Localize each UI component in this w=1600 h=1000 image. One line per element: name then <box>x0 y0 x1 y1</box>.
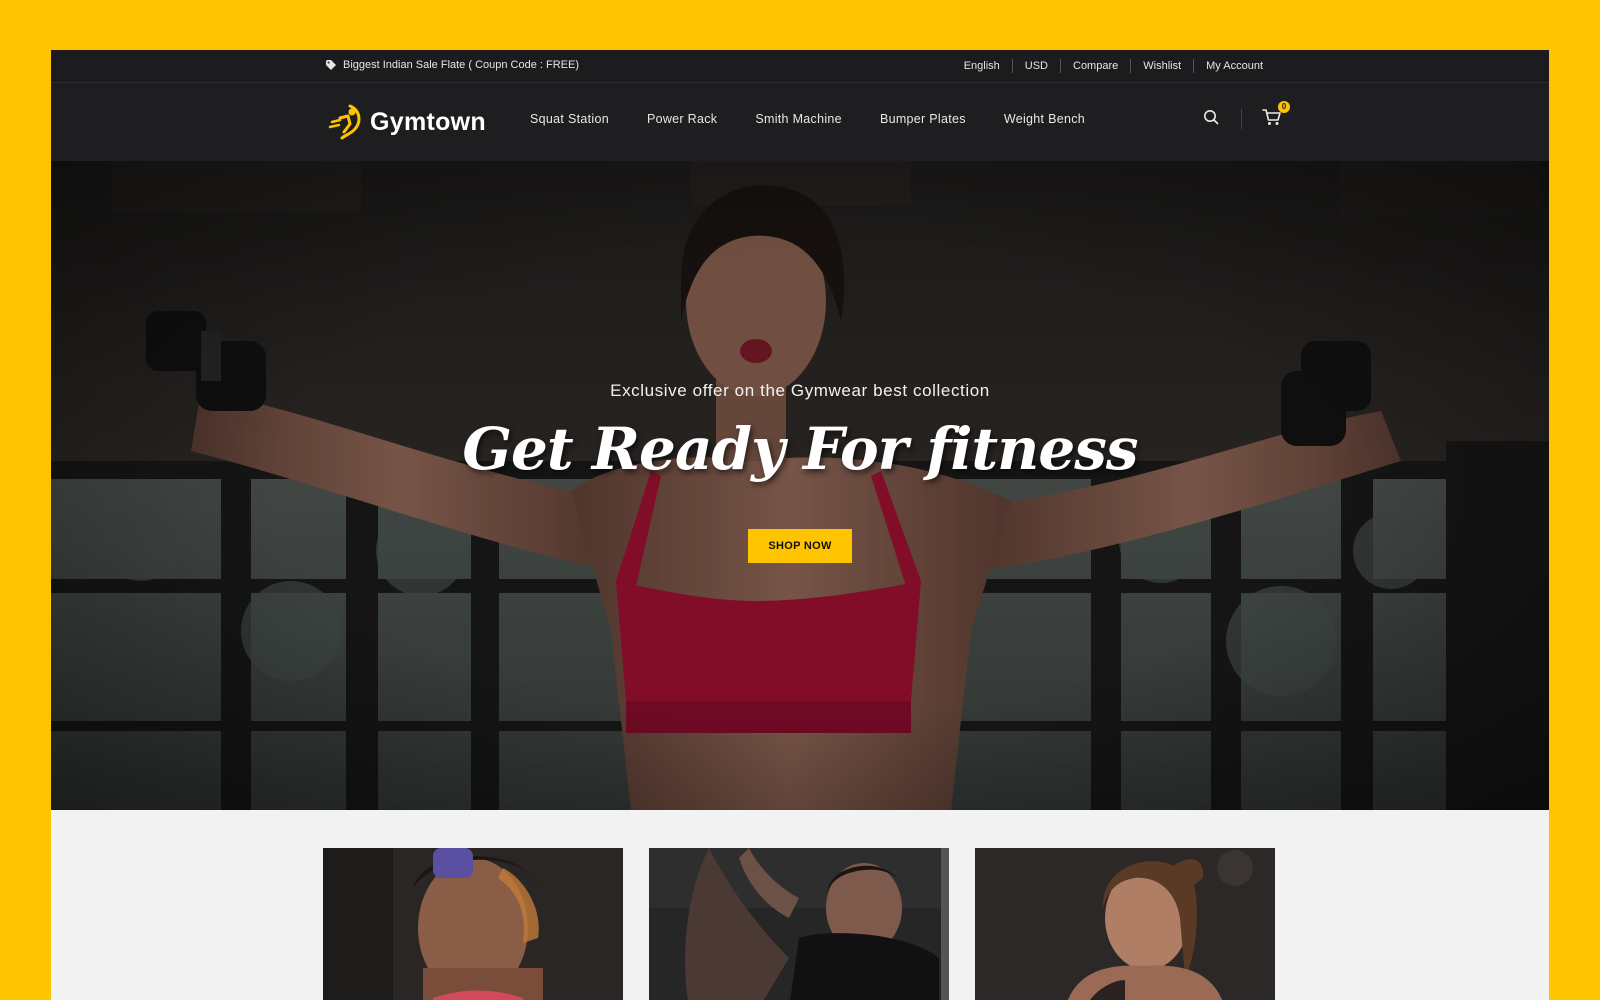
runner-logo-icon <box>326 100 366 145</box>
hero-content: Exclusive offer on the Gymwear best coll… <box>51 381 1549 563</box>
page-frame: Biggest Indian Sale Flate ( Coupn Code :… <box>51 50 1549 1000</box>
nav-squat-station[interactable]: Squat Station <box>530 112 609 126</box>
top-bar: Biggest Indian Sale Flate ( Coupn Code :… <box>51 50 1549 83</box>
promo-message: Biggest Indian Sale Flate ( Coupn Code :… <box>326 59 579 71</box>
main-nav: Squat Station Power Rack Smith Machine B… <box>530 112 1085 126</box>
compare-link[interactable]: Compare <box>1060 59 1130 73</box>
category-banners <box>323 848 1275 1000</box>
my-account-link[interactable]: My Account <box>1193 59 1275 73</box>
currency-selector[interactable]: USD <box>1011 59 1060 73</box>
logo-text: Gymtown <box>370 108 486 136</box>
language-selector[interactable]: English <box>952 59 1012 73</box>
cart-count-badge: 0 <box>1278 101 1290 113</box>
banner-image-2 <box>649 848 949 1000</box>
nav-power-rack[interactable]: Power Rack <box>647 112 717 126</box>
hero-subtitle: Exclusive offer on the Gymwear best coll… <box>610 381 990 400</box>
search-button[interactable] <box>1199 107 1223 131</box>
category-banner-2[interactable] <box>649 848 949 1000</box>
cart-button[interactable]: 0 <box>1260 101 1290 131</box>
tag-icon <box>326 60 336 70</box>
nav-bumper-plates[interactable]: Bumper Plates <box>880 112 966 126</box>
category-banner-3[interactable] <box>975 848 1275 1000</box>
nav-weight-bench[interactable]: Weight Bench <box>1004 112 1085 126</box>
banner-image-3 <box>975 848 1275 1000</box>
search-icon <box>1203 109 1219 130</box>
wishlist-link[interactable]: Wishlist <box>1130 59 1193 73</box>
hero-banner: Exclusive offer on the Gymwear best coll… <box>51 161 1549 810</box>
shop-now-button[interactable]: SHOP NOW <box>748 529 852 563</box>
category-banner-1[interactable] <box>323 848 623 1000</box>
hero-title: Get Ready For fitness <box>462 415 1138 483</box>
nav-smith-machine[interactable]: Smith Machine <box>755 112 842 126</box>
main-header: Gymtown Squat Station Power Rack Smith M… <box>51 83 1549 161</box>
banner-image-1 <box>323 848 623 1000</box>
logo[interactable]: Gymtown <box>326 100 486 145</box>
header-divider <box>1241 109 1242 129</box>
promo-text: Biggest Indian Sale Flate ( Coupn Code :… <box>343 59 580 71</box>
top-links: English USD Compare Wishlist My Account <box>952 59 1275 73</box>
header-actions: 0 <box>1199 101 1290 131</box>
